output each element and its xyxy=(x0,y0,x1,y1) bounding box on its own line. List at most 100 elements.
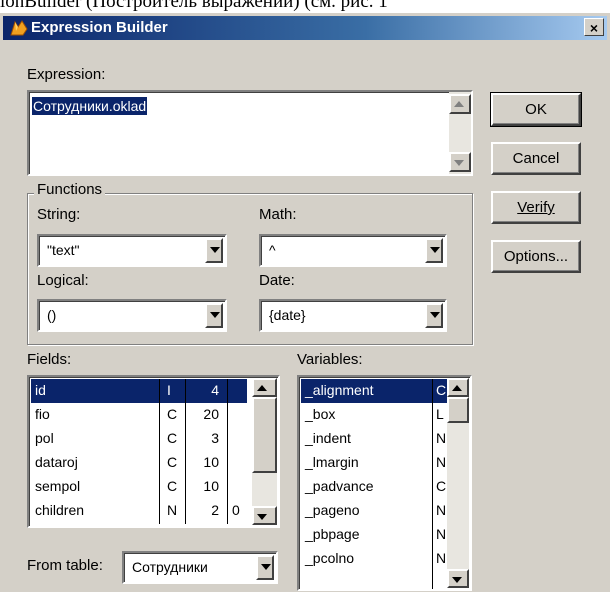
date-combo[interactable]: {date} xyxy=(259,299,447,332)
column-separator xyxy=(432,379,433,589)
window-title: Expression Builder xyxy=(31,19,168,36)
expression-textarea[interactable]: Сотрудники.oklad xyxy=(27,90,473,176)
date-combo-value: {date} xyxy=(269,307,306,323)
date-label: Date: xyxy=(259,272,295,289)
logical-label-text: Logical: xyxy=(37,272,89,289)
variable-type-cell: N xyxy=(436,550,447,566)
field-dec-cell: 0 xyxy=(232,502,240,518)
field-width-cell: 20 xyxy=(203,406,219,422)
title-bar[interactable]: Expression Builder × xyxy=(3,16,607,40)
scroll-down-button[interactable] xyxy=(447,569,469,588)
field-name-cell: sempol xyxy=(35,478,81,494)
field-type-cell: C xyxy=(167,454,178,470)
logical-combo-value: () xyxy=(47,307,57,323)
functions-group-title: Functions xyxy=(34,181,106,198)
variable-type-cell: N xyxy=(436,526,447,542)
date-label-text: Date: xyxy=(259,272,295,289)
variable-type-cell: N xyxy=(436,430,447,446)
scroll-up-button[interactable] xyxy=(449,94,471,114)
options-button[interactable]: Options... xyxy=(491,240,581,273)
variables-row[interactable]: _padvance C xyxy=(301,475,447,499)
field-type-cell: N xyxy=(167,502,178,518)
field-type-cell: C xyxy=(167,478,178,494)
variable-name-cell: _box xyxy=(305,406,336,422)
field-name-cell: dataroj xyxy=(35,454,78,470)
variable-type-cell: C xyxy=(436,382,447,398)
string-combo[interactable]: "text" xyxy=(37,234,227,267)
field-width-cell: 10 xyxy=(203,454,219,470)
options-button-label: Options... xyxy=(503,248,569,265)
scroll-thumb[interactable] xyxy=(447,397,469,423)
scroll-up-button[interactable] xyxy=(447,378,469,397)
fields-list[interactable]: id I 4 fio C 20 pol C 3 dataroj C 10 sempol C 10 childr… xyxy=(27,375,280,528)
variable-name-cell: _alignment xyxy=(305,382,374,398)
field-name-cell: fio xyxy=(35,406,50,422)
variables-row[interactable]: _alignment C xyxy=(301,379,447,403)
variables-row[interactable]: _pageno N xyxy=(301,499,447,523)
variable-type-cell: N xyxy=(436,502,447,518)
fields-row[interactable]: sempol C 10 xyxy=(31,475,247,499)
variable-name-cell: _lmargin xyxy=(305,454,359,470)
fields-label: Fields: xyxy=(27,351,72,368)
math-label-text: Math: xyxy=(259,206,297,223)
close-button[interactable]: × xyxy=(584,18,604,36)
field-width-cell: 4 xyxy=(211,382,219,398)
math-label: Math: xyxy=(259,206,297,223)
fields-row[interactable]: dataroj C 10 xyxy=(31,451,247,475)
verify-button[interactable]: Verify xyxy=(491,191,581,224)
scroll-down-button[interactable] xyxy=(252,506,277,525)
field-name-cell: pol xyxy=(35,430,54,446)
from-table-value: Сотрудники xyxy=(132,559,208,575)
fields-row[interactable]: fio C 20 xyxy=(31,403,247,427)
variables-row[interactable]: _pbpage N xyxy=(301,523,447,547)
column-separator xyxy=(185,379,186,524)
field-name-cell: id xyxy=(35,382,46,398)
field-type-cell: C xyxy=(167,406,178,422)
chevron-down-icon[interactable] xyxy=(256,555,274,580)
cancel-button[interactable]: Cancel xyxy=(491,142,581,175)
variables-row[interactable]: _lmargin N xyxy=(301,451,447,475)
logical-combo[interactable]: () xyxy=(37,299,227,332)
scroll-down-button[interactable] xyxy=(449,152,471,172)
fields-row[interactable]: children N 2 0 xyxy=(31,499,247,523)
string-combo-value: "text" xyxy=(47,242,80,258)
expression-label: Expression: xyxy=(27,66,106,83)
string-label-text: String: xyxy=(37,206,81,223)
column-separator xyxy=(159,379,160,524)
variables-scrollbar[interactable] xyxy=(447,378,469,588)
expression-scrollbar[interactable] xyxy=(449,92,471,174)
field-type-cell: C xyxy=(167,430,178,446)
variables-row[interactable]: _box L xyxy=(301,403,447,427)
variable-name-cell: _pageno xyxy=(305,502,360,518)
expression-builder-dialog: Expression Builder × Expression: Сотрудн… xyxy=(0,12,610,592)
variable-type-cell: N xyxy=(436,454,447,470)
chevron-down-icon[interactable] xyxy=(205,238,223,263)
field-type-cell: I xyxy=(167,382,171,398)
column-separator xyxy=(227,379,228,524)
chevron-down-icon[interactable] xyxy=(425,238,443,263)
field-width-cell: 3 xyxy=(211,430,219,446)
ok-button[interactable]: OK xyxy=(490,92,582,127)
math-combo[interactable]: ^ xyxy=(259,234,447,267)
fields-rows: id I 4 fio C 20 pol C 3 dataroj C 10 sempol C 10 childr… xyxy=(31,379,247,524)
chevron-down-icon[interactable] xyxy=(425,303,443,328)
scroll-thumb[interactable] xyxy=(252,397,277,473)
field-width-cell: 2 xyxy=(211,502,219,518)
from-table-label: From table: xyxy=(27,557,103,574)
variables-list[interactable]: _alignment C _box L _indent N _lmargin N _padvan… xyxy=(297,375,472,591)
fields-scrollbar[interactable] xyxy=(252,378,277,525)
variable-name-cell: _pbpage xyxy=(305,526,360,542)
variables-row[interactable]: _indent N xyxy=(301,427,447,451)
expression-text: Сотрудники.oklad xyxy=(32,97,148,115)
variables-label: Variables: xyxy=(297,351,363,368)
chevron-down-icon[interactable] xyxy=(205,303,223,328)
scroll-up-button[interactable] xyxy=(252,378,277,397)
field-width-cell: 10 xyxy=(203,478,219,494)
fields-row[interactable]: id I 4 xyxy=(31,379,247,403)
variables-rows: _alignment C _box L _indent N _lmargin N _padvan… xyxy=(301,379,447,589)
variables-row[interactable]: _pcolno N xyxy=(301,547,447,571)
variable-name-cell: _pcolno xyxy=(305,550,355,566)
math-combo-value: ^ xyxy=(269,242,276,258)
fields-row[interactable]: pol C 3 xyxy=(31,427,247,451)
from-table-combo[interactable]: Сотрудники xyxy=(122,551,278,584)
